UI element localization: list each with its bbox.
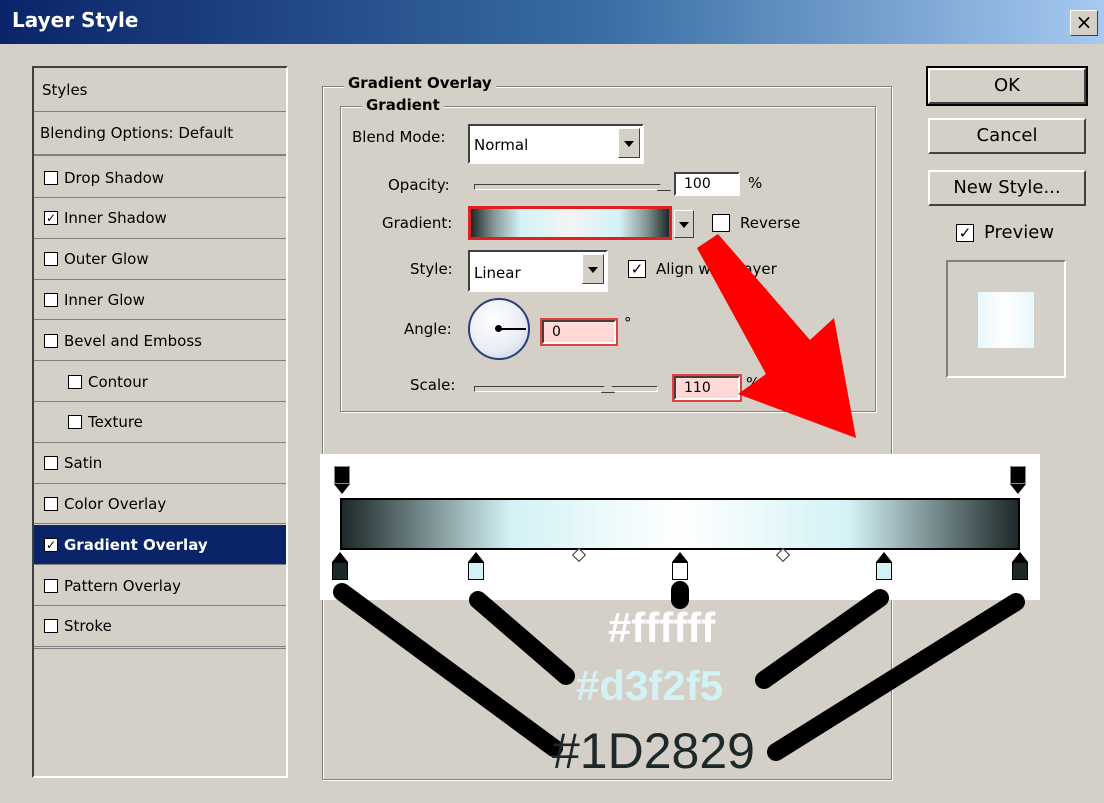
connector-line — [755, 589, 889, 689]
connector-line — [767, 593, 1025, 761]
annotation-light: #d3f2f5 — [576, 662, 724, 709]
connector-line — [469, 591, 575, 685]
annotation-dark: #1D2829 — [552, 723, 755, 779]
red-arrow-icon — [697, 234, 856, 438]
annotation-white: #ffffff — [608, 604, 716, 651]
annotation-overlay — [333, 234, 1025, 761]
connector-line — [333, 583, 563, 757]
